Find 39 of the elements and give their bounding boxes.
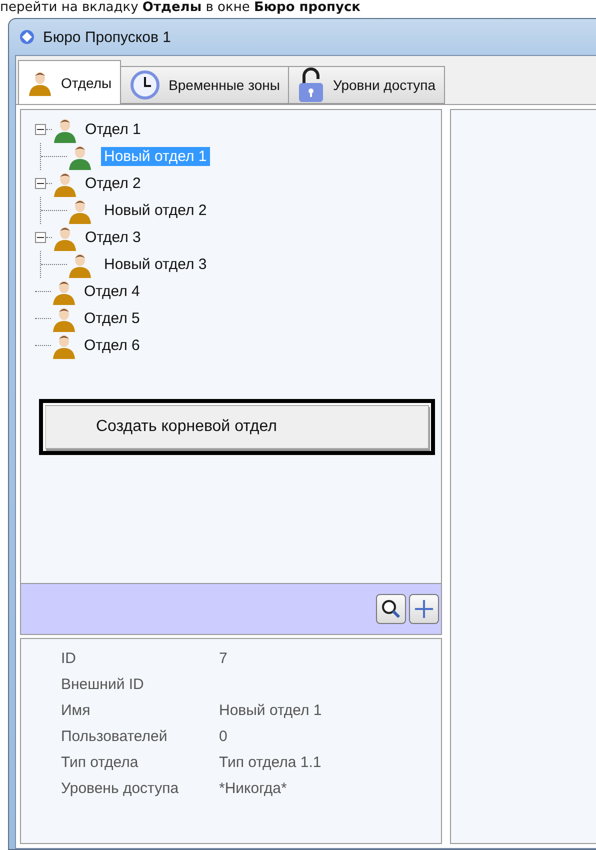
property-value: 0 [219, 728, 228, 744]
collapse-toggle[interactable] [35, 232, 46, 243]
tree-item[interactable]: Отдел 4 [81, 282, 143, 301]
tree-item[interactable]: Отдел 3 [82, 228, 144, 247]
app-icon [19, 29, 35, 45]
search-button[interactable] [376, 594, 406, 624]
tree-item[interactable]: Отдел 2 [82, 174, 144, 193]
window-title: Бюро Пропусков 1 [43, 28, 171, 46]
caption-text: перейти на вкладку Отделы в окне Бюро пропуск [0, 0, 360, 16]
tree-item[interactable]: Новый отдел 2 [101, 201, 210, 220]
property-value: 7 [219, 650, 228, 666]
property-label: Внешний ID [61, 676, 145, 692]
property-label: ID [61, 650, 77, 666]
minus-icon [37, 234, 44, 241]
tree-item[interactable]: Отдел 6 [81, 336, 143, 355]
collapse-toggle[interactable] [35, 124, 46, 135]
collapse-toggle[interactable] [35, 178, 46, 189]
property-value: Новый отдел 1 [219, 702, 323, 718]
property-label: Имя [61, 702, 92, 718]
minus-icon [37, 180, 44, 187]
property-value: Тип отдела 1.1 [219, 754, 322, 770]
property-value: *Никогда* [219, 780, 288, 796]
tab[interactable]: Отделы [18, 60, 121, 104]
search-icon [380, 598, 402, 620]
tree-item[interactable]: Отдел 5 [81, 309, 143, 328]
tab[interactable]: Уровни доступа [288, 66, 445, 104]
property-label: Пользователей [61, 728, 168, 744]
clock-icon [128, 69, 161, 101]
add-button[interactable] [409, 594, 439, 624]
tree-item[interactable]: Отдел 1 [82, 120, 144, 139]
minus-icon [37, 126, 44, 133]
property-label: Тип отдела [61, 754, 140, 770]
tab[interactable]: Временные зоны [120, 66, 289, 104]
menu-item[interactable]: Создать корневой отдел [45, 405, 429, 449]
property-label: Уровень доступа [61, 780, 180, 796]
tree-item[interactable]: Новый отдел 3 [101, 255, 210, 274]
lock-icon [296, 67, 325, 103]
person-icon [27, 70, 53, 96]
plus-icon [413, 598, 435, 620]
